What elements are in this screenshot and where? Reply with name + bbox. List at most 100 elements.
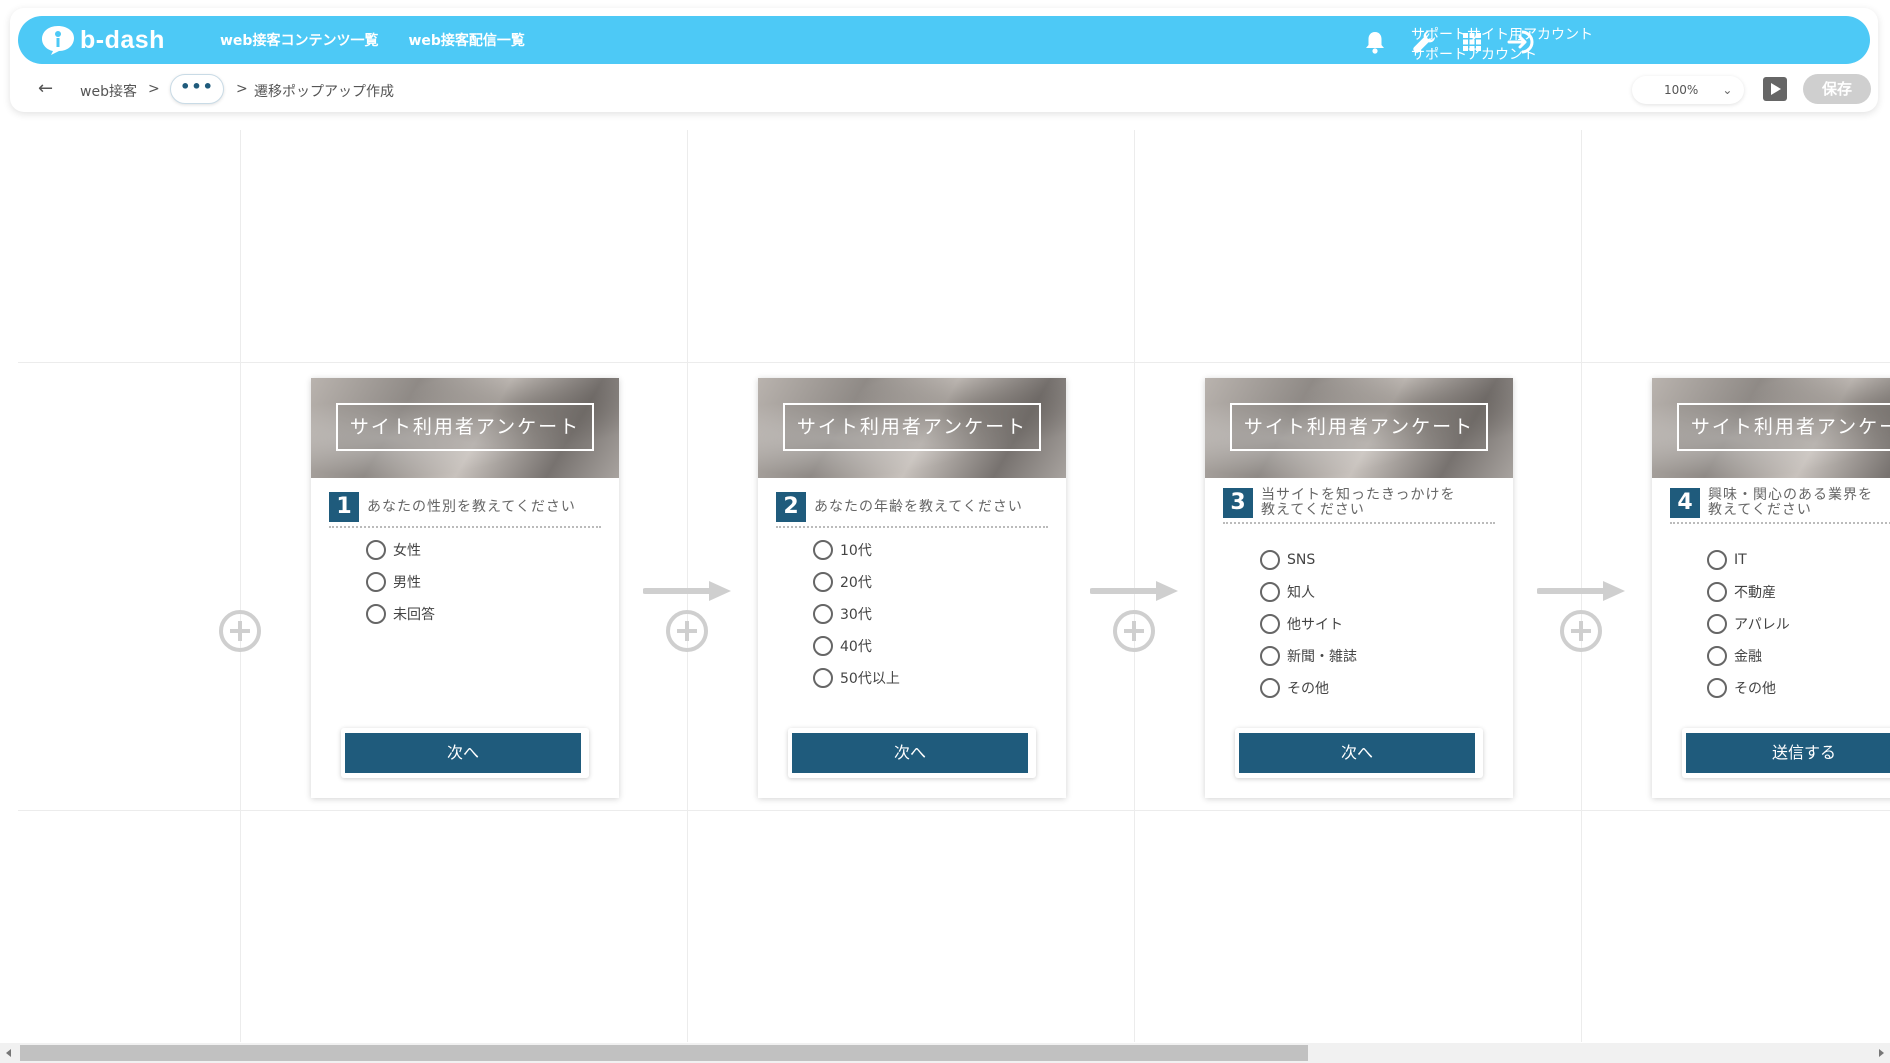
account-name: サポートアカウント <box>1411 47 1537 63</box>
card-title: サイト利用者アンケート <box>783 403 1041 451</box>
radio-icon[interactable] <box>1260 678 1280 698</box>
radio-icon[interactable] <box>1260 582 1280 602</box>
option-label: 40代 <box>840 639 872 655</box>
submit-button[interactable]: 送信する <box>1686 733 1890 773</box>
breadcrumb-more-button[interactable]: ••• <box>170 74 224 104</box>
option-label: SNS <box>1287 552 1316 568</box>
option-label: アパレル <box>1734 617 1790 633</box>
add-step-button[interactable] <box>1113 610 1155 652</box>
card-hero-image: サイト利用者アンケート <box>1652 378 1890 478</box>
option-item[interactable]: アパレル <box>1707 608 1790 640</box>
option-item[interactable]: 50代以上 <box>813 662 900 694</box>
option-item[interactable]: 金融 <box>1707 640 1790 672</box>
option-item[interactable]: 知人 <box>1260 576 1357 608</box>
grid-icon[interactable] <box>1458 28 1486 56</box>
radio-icon[interactable] <box>1260 646 1280 666</box>
scroll-right-icon[interactable] <box>1879 1049 1884 1057</box>
zoom-select[interactable]: 100% ⌄ <box>1632 76 1744 104</box>
option-label: その他 <box>1734 681 1776 697</box>
card-hero-image: サイト利用者アンケート <box>311 378 619 478</box>
radio-icon[interactable] <box>366 572 386 592</box>
option-item[interactable]: 10代 <box>813 534 900 566</box>
radio-icon[interactable] <box>813 572 833 592</box>
account-info[interactable]: サポートサイト用アカウント サポートアカウント <box>1411 25 1593 65</box>
preview-play-button[interactable] <box>1763 77 1787 101</box>
popup-card[interactable]: サイト利用者アンケート 3 当サイトを知ったきっかけを 教えてください SNS … <box>1205 378 1513 798</box>
next-button[interactable]: 次へ <box>792 733 1028 773</box>
card-hero-image: サイト利用者アンケート <box>1205 378 1513 478</box>
radio-icon[interactable] <box>813 636 833 656</box>
question-number: 1 <box>329 492 359 522</box>
question-row: 3 当サイトを知ったきっかけを 教えてください <box>1223 488 1495 524</box>
option-item[interactable]: 不動産 <box>1707 576 1790 608</box>
logout-icon[interactable] <box>1506 28 1538 56</box>
option-item[interactable]: 新聞・雑誌 <box>1260 640 1357 672</box>
next-button[interactable]: 次へ <box>345 733 581 773</box>
breadcrumb-root[interactable]: web接客 <box>80 81 137 101</box>
radio-icon[interactable] <box>813 540 833 560</box>
option-list: 女性 男性 未回答 <box>366 534 435 630</box>
radio-icon[interactable] <box>1260 550 1280 570</box>
option-label: 他サイト <box>1287 617 1343 633</box>
option-list: IT 不動産 アパレル 金融 その他 <box>1707 544 1790 704</box>
bell-icon[interactable] <box>1361 28 1389 56</box>
logo-text: b-dash <box>80 25 165 54</box>
option-item[interactable]: その他 <box>1260 672 1357 704</box>
radio-icon[interactable] <box>1707 614 1727 634</box>
option-item[interactable]: 女性 <box>366 534 435 566</box>
option-item[interactable]: 未回答 <box>366 598 435 630</box>
grid-line <box>18 362 1890 363</box>
option-item[interactable]: 男性 <box>366 566 435 598</box>
flow-canvas[interactable]: サイト利用者アンケート 1 あなたの性別を教えてください 女性 男性 未回答 次… <box>18 130 1890 1042</box>
popup-card[interactable]: サイト利用者アンケート 1 あなたの性別を教えてください 女性 男性 未回答 次… <box>311 378 619 798</box>
card-title: サイト利用者アンケート <box>1677 403 1890 451</box>
nav-link-web-delivery-list[interactable]: web接客配信一覧 <box>408 30 524 50</box>
header: b-dash web接客コンテンツ一覧 web接客配信一覧 サポートサイト用アカ… <box>10 8 1878 112</box>
option-label: 不動産 <box>1734 585 1776 601</box>
next-button[interactable]: 次へ <box>1239 733 1475 773</box>
scroll-left-icon[interactable] <box>6 1049 11 1057</box>
question-text: あなたの年齢を教えてください <box>814 498 1023 515</box>
radio-icon[interactable] <box>1707 550 1727 570</box>
button-frame: 次へ <box>1235 728 1483 778</box>
horizontal-scrollbar[interactable] <box>0 1043 1890 1063</box>
breadcrumb-bar: ← web接客 > ••• > 遷移ポップアップ作成 100% ⌄ 保存 <box>10 72 1878 108</box>
radio-icon[interactable] <box>366 604 386 624</box>
option-item[interactable]: 30代 <box>813 598 900 630</box>
radio-icon[interactable] <box>813 604 833 624</box>
top-nav-bar: b-dash web接客コンテンツ一覧 web接客配信一覧 サポートサイト用アカ… <box>18 16 1870 64</box>
wrench-icon[interactable] <box>1410 28 1438 56</box>
zoom-value: 100% <box>1664 83 1699 97</box>
add-step-button[interactable] <box>219 610 261 652</box>
radio-icon[interactable] <box>1707 646 1727 666</box>
breadcrumb-separator: > <box>148 81 160 97</box>
logo[interactable]: b-dash <box>40 24 180 56</box>
scrollbar-thumb[interactable] <box>20 1045 1308 1061</box>
card-title: サイト利用者アンケート <box>336 403 594 451</box>
radio-icon[interactable] <box>1707 582 1727 602</box>
option-item[interactable]: 他サイト <box>1260 608 1357 640</box>
option-label: 30代 <box>840 607 872 623</box>
nav-link-web-content-list[interactable]: web接客コンテンツ一覧 <box>220 30 378 50</box>
option-item[interactable]: IT <box>1707 544 1790 576</box>
option-list: 10代 20代 30代 40代 50代以上 <box>813 534 900 694</box>
popup-card[interactable]: サイト利用者アンケート 2 あなたの年齢を教えてください 10代 20代 30代… <box>758 378 1066 798</box>
breadcrumb-current: 遷移ポップアップ作成 <box>254 84 394 100</box>
option-item[interactable]: 20代 <box>813 566 900 598</box>
radio-icon[interactable] <box>1260 614 1280 634</box>
option-item[interactable]: その他 <box>1707 672 1790 704</box>
question-text-line: 教えてください <box>1708 502 1812 518</box>
flow-arrow-icon <box>643 581 731 601</box>
add-step-button[interactable] <box>1560 610 1602 652</box>
radio-icon[interactable] <box>1707 678 1727 698</box>
back-arrow-icon[interactable]: ← <box>38 78 53 99</box>
option-list: SNS 知人 他サイト 新聞・雑誌 その他 <box>1260 544 1357 704</box>
radio-icon[interactable] <box>813 668 833 688</box>
save-button[interactable]: 保存 <box>1803 74 1871 104</box>
popup-card[interactable]: サイト利用者アンケート 4 興味・関心のある業界を 教えてください IT 不動産… <box>1652 378 1890 798</box>
radio-icon[interactable] <box>366 540 386 560</box>
option-item[interactable]: 40代 <box>813 630 900 662</box>
option-item[interactable]: SNS <box>1260 544 1357 576</box>
add-step-button[interactable] <box>666 610 708 652</box>
button-frame: 次へ <box>788 728 1036 778</box>
